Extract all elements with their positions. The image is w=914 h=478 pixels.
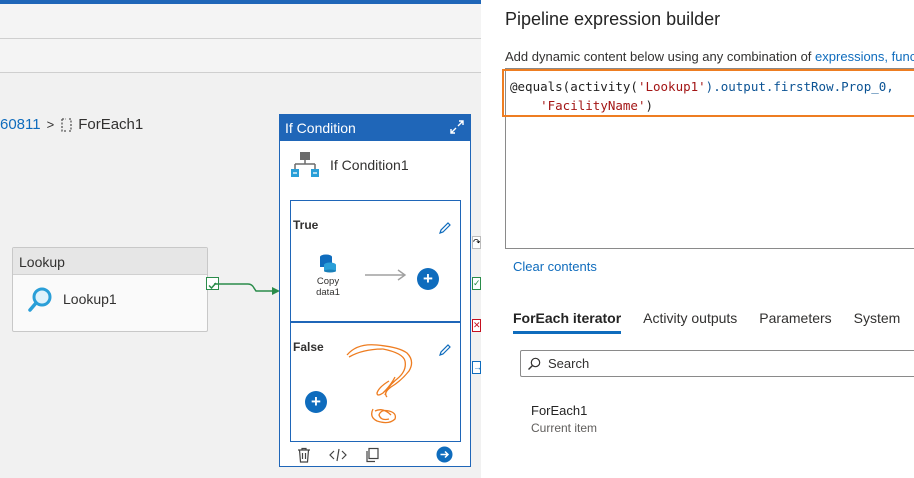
pipeline-canvas[interactable]: 60811 > ForEach1 Lookup Lookup1 If Condi… [0, 4, 481, 478]
canvas-subtoolbar [0, 39, 481, 73]
if-condition-icon [291, 152, 319, 177]
edit-true-pencil-icon[interactable] [438, 221, 452, 235]
tab-activity-outputs[interactable]: Activity outputs [643, 310, 737, 332]
if-success-output-handle[interactable]: ✓ [472, 277, 481, 290]
go-to-icon[interactable] [436, 446, 453, 463]
expression-tabs: ForEach iterator Activity outputs Parame… [513, 310, 914, 334]
panel-description: Add dynamic content below using any comb… [505, 49, 914, 64]
iterator-list-item[interactable]: ForEach1 Current item [531, 403, 597, 435]
breadcrumb-parent-link[interactable]: 60811 [0, 116, 41, 133]
true-branch-label: True [293, 218, 319, 232]
iterator-item-name: ForEach1 [531, 403, 588, 418]
if-condition-header-label: If Condition [285, 120, 356, 136]
magnifier-icon [28, 287, 52, 312]
copy-data-label-line2: data1 [316, 287, 340, 298]
edit-false-pencil-icon[interactable] [438, 343, 452, 357]
clone-icon[interactable] [364, 447, 380, 463]
search-input[interactable] [546, 355, 910, 372]
search-box[interactable] [520, 350, 914, 377]
expr-line1-prefix: @equals(activity( [510, 79, 638, 94]
iterator-item-description: Current item [531, 421, 598, 435]
arrow-right-icon [365, 269, 407, 281]
add-false-activity-button[interactable]: + [305, 391, 327, 413]
expr-line1-suffix: ).output.firstRow.Prop_0, [705, 79, 894, 94]
skip-output-handle[interactable]: ↷ [472, 236, 481, 249]
copy-data-activity[interactable]: Copy data1 [305, 253, 351, 298]
breadcrumb: 60811 > ForEach1 [0, 116, 143, 133]
delete-icon[interactable] [296, 447, 312, 463]
copy-data-label-line1: Copy [316, 276, 340, 287]
if-condition-activity[interactable]: If Condition If Condition1 True Copy dat… [279, 114, 471, 467]
collapse-icon[interactable] [449, 119, 465, 135]
question-mark-scribble [346, 344, 413, 424]
if-condition-footer [280, 443, 470, 467]
expression-code[interactable]: @equals(activity('Lookup1').output.first… [510, 77, 894, 115]
clear-contents-link[interactable]: Clear contents [513, 259, 597, 274]
breadcrumb-current: ForEach1 [78, 116, 144, 133]
tab-system[interactable]: System [854, 310, 901, 332]
panel-description-text: Add dynamic content below using any comb… [505, 49, 812, 64]
expression-builder-panel: Pipeline expression builder Add dynamic … [481, 0, 914, 478]
expr-line2-indent [510, 98, 540, 113]
expressions-functions-link[interactable]: expressions, func [815, 49, 914, 64]
if-completion-output-handle[interactable]: → [472, 361, 481, 374]
success-connector [214, 283, 280, 295]
true-branch[interactable]: True Copy data1 + [290, 200, 461, 322]
foreach-icon [61, 117, 72, 132]
canvas-toolbar [0, 4, 481, 39]
lookup-activity-header: Lookup [13, 248, 207, 275]
false-branch-label: False [293, 340, 324, 354]
false-branch[interactable]: False + [290, 322, 461, 442]
copy-data-icon [320, 254, 336, 273]
add-true-activity-button[interactable]: + [417, 268, 439, 290]
if-condition-header: If Condition [280, 115, 470, 141]
code-icon[interactable] [329, 447, 347, 463]
tab-foreach-iterator[interactable]: ForEach iterator [513, 310, 622, 334]
expr-line2-suffix: ) [645, 98, 653, 113]
lookup-activity-name: Lookup1 [63, 291, 117, 307]
expr-line2-string: 'FacilityName' [540, 98, 646, 113]
if-condition-name: If Condition1 [330, 157, 409, 173]
if-condition-title: If Condition1 [290, 151, 409, 179]
if-failure-output-handle[interactable]: ✕ [472, 319, 481, 332]
panel-title: Pipeline expression builder [505, 9, 721, 29]
expr-line1-string: 'Lookup1' [637, 79, 706, 94]
lookup-activity[interactable]: Lookup Lookup1 [12, 247, 208, 332]
breadcrumb-separator: > [46, 117, 55, 132]
search-icon [528, 357, 541, 370]
tab-parameters[interactable]: Parameters [759, 310, 831, 332]
